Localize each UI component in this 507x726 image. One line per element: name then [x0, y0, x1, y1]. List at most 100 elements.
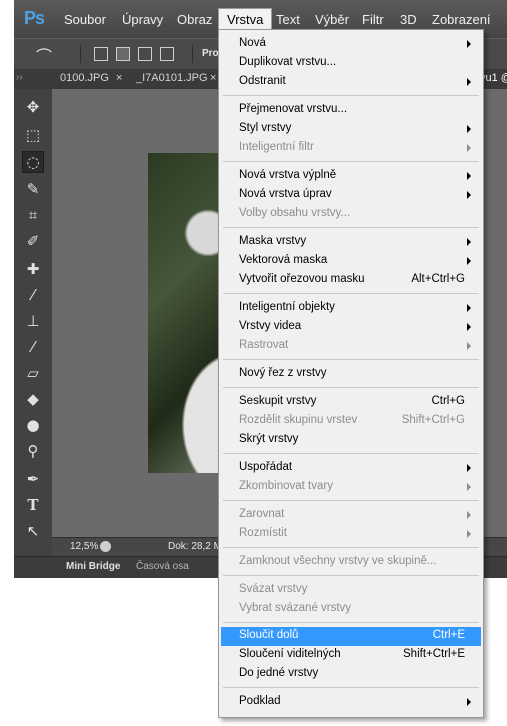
menu-filtr[interactable]: Filtr — [362, 12, 384, 27]
tab-timeline[interactable]: Časová osa — [136, 561, 189, 572]
menu-item-shortcut: Alt+Ctrl+G — [411, 273, 465, 285]
menu-item-duplikovat[interactable]: Duplikovat vrstvu... — [221, 54, 481, 73]
submenu-arrow-icon — [467, 78, 471, 86]
menu-item-label: Vybrat svázané vrstvy — [239, 602, 352, 614]
menu-3d[interactable]: 3D — [400, 12, 417, 27]
menu-vyber[interactable]: Výběr — [315, 12, 349, 27]
menu-separator — [223, 547, 479, 548]
menu-item-label: Do jedné vrstvy — [239, 667, 319, 679]
quick-selection-tool-icon[interactable]: ✎ — [23, 179, 43, 199]
menu-item-novy-rez[interactable]: Nový řez z vrstvy — [221, 365, 481, 384]
tab-document-3[interactable]: vu1 @ — [480, 72, 507, 84]
intersect-selection-icon[interactable] — [160, 47, 174, 61]
menu-item-podklad[interactable]: Podklad — [221, 693, 481, 712]
menu-item-maska-vrstvy[interactable]: Maska vrstvy — [221, 233, 481, 252]
photoshop-logo: Ps — [24, 8, 45, 28]
menu-item-seskupit[interactable]: Seskupit vrstvy Ctrl+G — [221, 393, 481, 412]
menu-item-label: Duplikovat vrstvu... — [239, 56, 337, 68]
menu-item-shortcut: Shift+Ctrl+E — [403, 648, 465, 660]
tab-scroll-icon[interactable]: ›› — [16, 72, 23, 83]
marquee-tool-icon[interactable]: ⬚ — [23, 125, 43, 145]
tab-document-1[interactable]: 0100.JPG — [60, 72, 109, 84]
paint-bucket-tool-icon[interactable]: ◆ — [23, 389, 43, 409]
menu-text[interactable]: Text — [276, 12, 300, 27]
tab-close-icon[interactable]: × — [210, 72, 216, 84]
new-selection-icon[interactable] — [94, 47, 108, 61]
menu-item-odstranit[interactable]: Odstranit — [221, 73, 481, 92]
menu-item-label: Přejmenovat vrstvu... — [239, 103, 348, 115]
menu-item-label: Nový řez z vrstvy — [239, 367, 327, 379]
menu-item-usporadat[interactable]: Uspořádat — [221, 459, 481, 478]
menu-item-label: Nová vrstva úprav — [239, 188, 332, 200]
menu-item-nova-vyplne[interactable]: Nová vrstva výplně — [221, 167, 481, 186]
lasso-tool-preset-icon[interactable]: ⌒ — [36, 43, 52, 67]
submenu-arrow-icon — [467, 125, 471, 133]
menu-vrstva[interactable]: Vrstva — [218, 8, 273, 31]
menu-soubor[interactable]: Soubor — [64, 12, 106, 27]
menu-item-label: Volby obsahu vrstvy... — [239, 207, 351, 219]
lasso-tool-icon[interactable]: ◌ — [22, 151, 44, 173]
menu-item-rozdelit: Rozdělit skupinu vrstev Shift+Ctrl+G — [221, 412, 481, 431]
tab-document-2[interactable]: _I7A0101.JPG — [136, 72, 208, 84]
submenu-arrow-icon — [467, 191, 471, 199]
type-tool-icon[interactable]: T — [23, 495, 43, 515]
menu-separator — [223, 227, 479, 228]
submenu-arrow-icon — [467, 257, 471, 265]
menu-zobrazeni[interactable]: Zobrazení — [432, 12, 491, 27]
menu-item-label: Sloučit dolů — [239, 629, 299, 641]
eraser-tool-icon[interactable]: ▱ — [23, 363, 43, 383]
menu-item-label: Zkombinovat tvary — [239, 480, 333, 492]
crop-tool-icon[interactable]: ⌗ — [23, 205, 43, 225]
submenu-arrow-icon — [467, 323, 471, 331]
zoom-level[interactable]: 12,5% — [70, 541, 98, 552]
menu-item-sloucit-viditelnych[interactable]: Sloučení viditelných Shift+Ctrl+E — [221, 646, 481, 665]
menu-item-orezova-maska[interactable]: Vytvořit ořezovou masku Alt+Ctrl+G — [221, 271, 481, 290]
status-menu-icon[interactable] — [100, 541, 111, 552]
options-separator — [192, 45, 193, 63]
path-selection-tool-icon[interactable]: ↖ — [23, 521, 43, 541]
menu-item-nova[interactable]: Nová — [221, 35, 481, 54]
menu-item-inteligentni-objekty[interactable]: Inteligentní objekty — [221, 299, 481, 318]
brush-tool-icon[interactable]: ⁄ — [23, 285, 43, 305]
menu-item-skryt[interactable]: Skrýt vrstvy — [221, 431, 481, 450]
tab-close-icon[interactable]: × — [116, 72, 122, 84]
eyedropper-tool-icon[interactable]: ✐ — [23, 231, 43, 251]
menu-item-nova-uprav[interactable]: Nová vrstva úprav — [221, 186, 481, 205]
menu-item-rastrovat: Rastrovat — [221, 337, 481, 356]
menu-item-vrstvy-videa[interactable]: Vrstvy videa — [221, 318, 481, 337]
dodge-tool-icon[interactable]: ⚲ — [23, 441, 43, 461]
menu-separator — [223, 161, 479, 162]
menu-item-label: Sloučení viditelných — [239, 648, 341, 660]
submenu-arrow-icon — [467, 698, 471, 706]
menu-item-rozmistit: Rozmístit — [221, 525, 481, 544]
menu-item-do-jedne[interactable]: Do jedné vrstvy — [221, 665, 481, 684]
layer-menu-dropdown: Nová Duplikovat vrstvu... Odstranit Přej… — [218, 29, 484, 718]
menu-item-label: Nová — [239, 37, 266, 49]
submenu-arrow-icon — [467, 172, 471, 180]
menu-item-prejmenovat[interactable]: Přejmenovat vrstvu... — [221, 101, 481, 120]
subtract-from-selection-icon[interactable] — [138, 47, 152, 61]
menu-item-shortcut: Ctrl+E — [432, 629, 465, 641]
options-label: Pro — [202, 48, 219, 59]
history-brush-tool-icon[interactable]: ⁄ — [23, 337, 43, 357]
menu-item-label: Uspořádat — [239, 461, 293, 473]
menu-item-label: Zarovnat — [239, 508, 285, 520]
menu-item-label: Vrstvy videa — [239, 320, 302, 332]
pen-tool-icon[interactable]: ✒ — [23, 469, 43, 489]
menu-item-styl[interactable]: Styl vrstvy — [221, 120, 481, 139]
menu-item-vektorova-maska[interactable]: Vektorová maska — [221, 252, 481, 271]
menu-item-sloucit-dolu[interactable]: Sloučit dolů Ctrl+E — [221, 627, 481, 646]
tab-mini-bridge[interactable]: Mini Bridge — [66, 561, 120, 572]
menu-upravy[interactable]: Úpravy — [122, 12, 163, 27]
clone-stamp-tool-icon[interactable]: ⊥ — [23, 311, 43, 331]
menu-item-label: Nová vrstva výplně — [239, 169, 337, 181]
menu-item-label: Podklad — [239, 695, 281, 707]
healing-brush-tool-icon[interactable]: ✚ — [23, 259, 43, 279]
add-to-selection-icon[interactable] — [116, 47, 130, 61]
submenu-arrow-icon — [467, 342, 471, 350]
menu-item-label: Inteligentní objekty — [239, 301, 335, 313]
blur-tool-icon[interactable]: ● — [23, 415, 43, 435]
move-tool-icon[interactable]: ✥ — [23, 97, 43, 117]
submenu-arrow-icon — [467, 483, 471, 491]
menu-obraz[interactable]: Obraz — [177, 12, 212, 27]
